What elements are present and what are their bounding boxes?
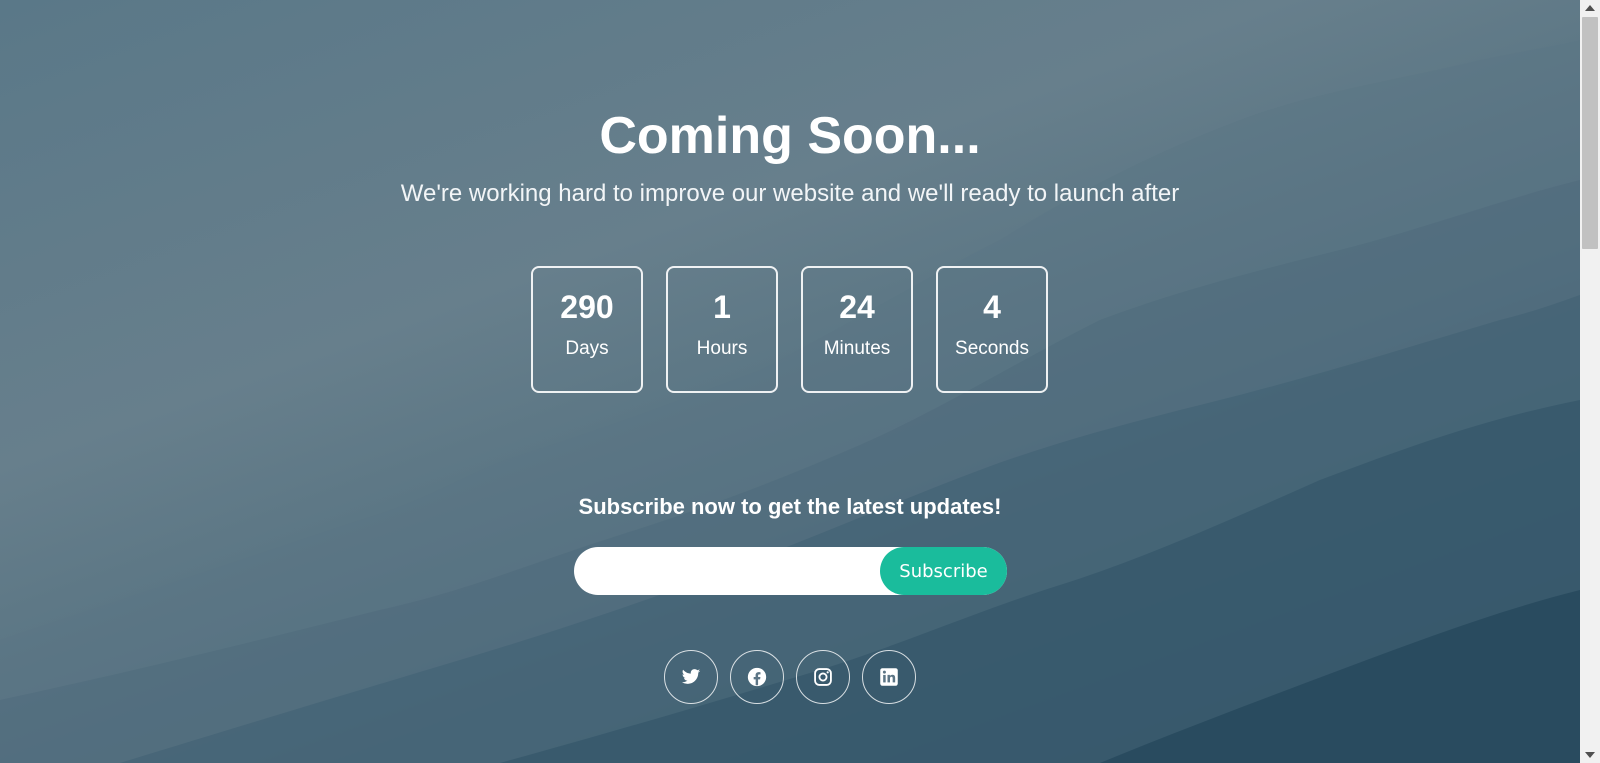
instagram-link[interactable]	[796, 650, 850, 704]
countdown-days-box: 290 Days	[531, 266, 643, 393]
caret-down-icon	[1585, 752, 1595, 758]
countdown-seconds-label: Seconds	[955, 338, 1029, 359]
instagram-icon	[814, 668, 832, 686]
scroll-up-arrow[interactable]	[1580, 0, 1600, 16]
countdown-seconds-box: 4 Seconds	[936, 266, 1048, 393]
facebook-icon	[747, 667, 767, 687]
countdown-days-value: 290	[560, 289, 614, 325]
linkedin-link[interactable]	[862, 650, 916, 704]
scrollbar-thumb[interactable]	[1582, 17, 1598, 249]
countdown-hours-value: 1	[713, 289, 731, 325]
countdown-minutes-value: 24	[839, 289, 875, 325]
social-links	[664, 650, 916, 704]
countdown-minutes-box: 24 Minutes	[801, 266, 913, 393]
email-input[interactable]	[594, 555, 878, 589]
subscribe-button[interactable]: Subscribe	[880, 547, 1007, 595]
countdown-days-label: Days	[565, 338, 609, 359]
facebook-link[interactable]	[730, 650, 784, 704]
countdown-hours-box: 1 Hours	[666, 266, 778, 393]
countdown-hours-label: Hours	[696, 338, 748, 359]
main-content: Coming Soon... We're working hard to imp…	[0, 0, 1580, 763]
twitter-icon	[681, 669, 701, 684]
linkedin-icon	[880, 668, 898, 686]
subscribe-heading: Subscribe now to get the latest updates!	[578, 494, 1002, 519]
page-title: Coming Soon...	[599, 107, 981, 165]
vertical-scrollbar[interactable]	[1580, 0, 1600, 763]
caret-up-icon	[1585, 5, 1595, 11]
countdown-timer: 290 Days 1 Hours 24 Minutes 4 Seconds	[531, 266, 1048, 393]
subscribe-form: Subscribe	[574, 547, 1007, 595]
page-subtitle: We're working hard to improve our websit…	[400, 180, 1180, 207]
countdown-seconds-value: 4	[983, 289, 1001, 325]
twitter-link[interactable]	[664, 650, 718, 704]
coming-soon-page: Coming Soon... We're working hard to imp…	[0, 0, 1600, 763]
countdown-minutes-label: Minutes	[823, 338, 891, 359]
scroll-down-arrow[interactable]	[1580, 747, 1600, 763]
